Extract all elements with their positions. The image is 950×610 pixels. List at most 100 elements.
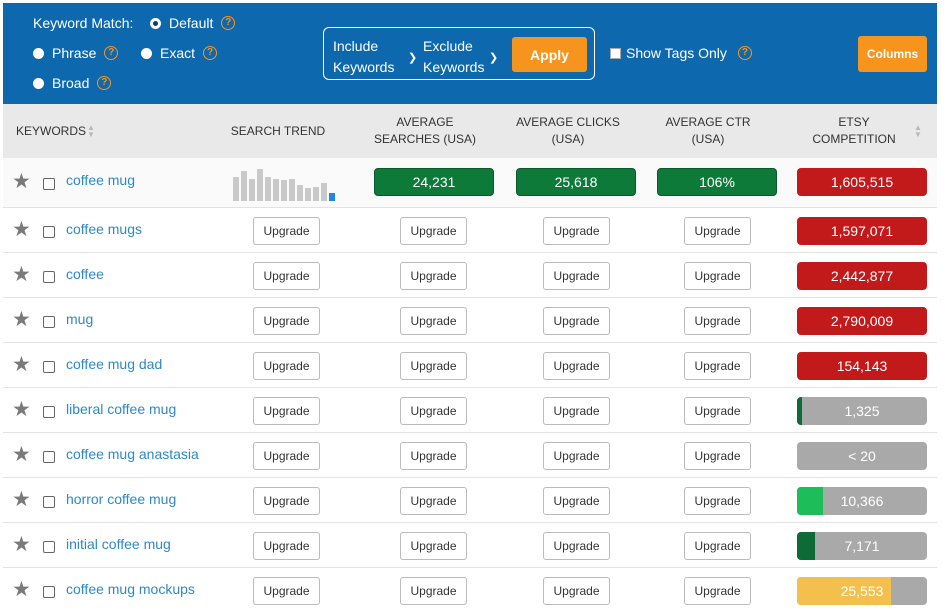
upgrade-button[interactable]: Upgrade <box>253 396 320 425</box>
upgrade-button[interactable]: Upgrade <box>543 216 610 245</box>
sort-icon[interactable]: ▲ ▼ <box>87 124 95 139</box>
help-icon[interactable]: ? <box>104 46 119 60</box>
keyword-link[interactable]: initial coffee mug <box>66 536 171 552</box>
show-tags-only-checkbox[interactable] <box>610 47 621 59</box>
show-tags-only-toggle[interactable]: Show Tags Only ? <box>610 45 752 61</box>
upgrade-button[interactable]: Upgrade <box>400 306 467 335</box>
upgrade-button[interactable]: Upgrade <box>543 396 610 425</box>
keyword-link[interactable]: coffee mug dad <box>66 356 162 372</box>
upgrade-button[interactable]: Upgrade <box>684 441 751 470</box>
star-icon[interactable]: ★ <box>12 354 31 375</box>
radio-exact-indicator[interactable] <box>141 47 152 59</box>
row-checkbox[interactable] <box>43 450 55 463</box>
keyword-link[interactable]: coffee mug <box>66 172 135 188</box>
table-row: ★ coffee Upgrade Upgrade Upgrade Upgrade 2,442… <box>3 253 937 298</box>
upgrade-button[interactable]: Upgrade <box>684 306 751 335</box>
row-checkbox[interactable] <box>43 405 55 418</box>
upgrade-button[interactable]: Upgrade <box>253 486 320 515</box>
keyword-link[interactable]: horror coffee mug <box>66 491 176 507</box>
header-keywords-label: KEYWORDS <box>16 123 87 138</box>
radio-exact[interactable]: Exact ? <box>141 45 218 61</box>
upgrade-button[interactable]: Upgrade <box>253 441 320 470</box>
upgrade-button[interactable]: Upgrade <box>684 261 751 290</box>
radio-broad[interactable]: Broad ? <box>33 75 112 91</box>
upgrade-button[interactable]: Upgrade <box>684 531 751 560</box>
row-checkbox[interactable] <box>43 225 55 238</box>
sort-icon[interactable]: ▲ ▼ <box>914 124 922 139</box>
header-competition[interactable]: ETSY COMPETITION <box>808 104 900 158</box>
include-keywords-dropdown[interactable]: Include Keywords ❯ <box>333 36 421 78</box>
radio-default-indicator[interactable] <box>150 17 161 29</box>
radio-default[interactable]: Default ? <box>150 15 236 31</box>
competition-bar: 154,143 <box>797 351 927 380</box>
star-icon[interactable]: ★ <box>12 444 31 465</box>
star-icon[interactable]: ★ <box>12 264 31 285</box>
row-checkbox[interactable] <box>43 495 55 508</box>
help-icon[interactable]: ? <box>97 76 112 90</box>
upgrade-button[interactable]: Upgrade <box>253 261 320 290</box>
star-icon[interactable]: ★ <box>12 309 31 330</box>
radio-broad-indicator[interactable] <box>33 77 44 89</box>
upgrade-button[interactable]: Upgrade <box>400 486 467 515</box>
header-avg-ctr[interactable]: AVERAGE CTR (USA) <box>663 104 753 158</box>
star-icon[interactable]: ★ <box>12 489 31 510</box>
row-checkbox[interactable] <box>43 178 55 190</box>
keyword-include-exclude-group: Include Keywords ❯ Exclude Keywords ❯ Ap… <box>323 27 595 80</box>
keyword-link[interactable]: coffee <box>66 266 104 282</box>
keyword-link[interactable]: coffee mug anastasia <box>66 446 199 462</box>
upgrade-button[interactable]: Upgrade <box>543 576 610 605</box>
upgrade-button[interactable]: Upgrade <box>684 486 751 515</box>
upgrade-button[interactable]: Upgrade <box>543 306 610 335</box>
upgrade-button[interactable]: Upgrade <box>684 396 751 425</box>
star-icon[interactable]: ★ <box>12 171 31 192</box>
row-checkbox[interactable] <box>43 270 55 283</box>
star-icon[interactable]: ★ <box>12 399 31 420</box>
upgrade-button[interactable]: Upgrade <box>543 441 610 470</box>
star-icon[interactable]: ★ <box>12 579 31 600</box>
upgrade-button[interactable]: Upgrade <box>543 261 610 290</box>
upgrade-button[interactable]: Upgrade <box>400 351 467 380</box>
header-avg-clicks[interactable]: AVERAGE CLICKS (USA) <box>515 104 621 158</box>
upgrade-button[interactable]: Upgrade <box>400 576 467 605</box>
upgrade-button[interactable]: Upgrade <box>684 216 751 245</box>
competition-bar: 2,790,009 <box>797 306 927 335</box>
upgrade-button[interactable]: Upgrade <box>253 306 320 335</box>
competition-value: < 20 <box>848 447 876 464</box>
row-checkbox[interactable] <box>43 360 55 373</box>
help-icon[interactable]: ? <box>737 46 752 60</box>
upgrade-button[interactable]: Upgrade <box>543 351 610 380</box>
radio-broad-label: Broad <box>52 75 90 91</box>
help-icon[interactable]: ? <box>221 16 236 30</box>
upgrade-button[interactable]: Upgrade <box>684 576 751 605</box>
upgrade-button[interactable]: Upgrade <box>543 531 610 560</box>
keyword-link[interactable]: mug <box>66 311 93 327</box>
upgrade-button[interactable]: Upgrade <box>253 531 320 560</box>
row-checkbox[interactable] <box>43 540 55 553</box>
columns-button[interactable]: Columns <box>858 36 927 72</box>
keyword-link[interactable]: coffee mugs <box>66 221 142 237</box>
star-icon[interactable]: ★ <box>12 219 31 240</box>
keyword-link[interactable]: liberal coffee mug <box>66 401 176 417</box>
header-avg-searches[interactable]: AVERAGE SEARCHES (USA) <box>371 104 479 158</box>
radio-phrase-indicator[interactable] <box>33 47 44 59</box>
keyword-link[interactable]: coffee mug mockups <box>66 581 195 597</box>
header-keywords[interactable]: KEYWORDS <box>16 104 86 158</box>
upgrade-button[interactable]: Upgrade <box>543 486 610 515</box>
upgrade-button[interactable]: Upgrade <box>253 351 320 380</box>
star-icon[interactable]: ★ <box>12 534 31 555</box>
upgrade-button[interactable]: Upgrade <box>400 531 467 560</box>
upgrade-button[interactable]: Upgrade <box>400 441 467 470</box>
apply-button[interactable]: Apply <box>512 37 587 72</box>
radio-phrase[interactable]: Phrase ? <box>33 45 119 61</box>
upgrade-button[interactable]: Upgrade <box>400 216 467 245</box>
upgrade-button[interactable]: Upgrade <box>253 216 320 245</box>
upgrade-button[interactable]: Upgrade <box>253 576 320 605</box>
upgrade-button[interactable]: Upgrade <box>400 396 467 425</box>
exclude-keywords-dropdown[interactable]: Exclude Keywords ❯ <box>423 36 503 78</box>
upgrade-button[interactable]: Upgrade <box>684 351 751 380</box>
sparkline-bar <box>273 179 279 201</box>
row-checkbox[interactable] <box>43 585 55 598</box>
row-checkbox[interactable] <box>43 315 55 328</box>
upgrade-button[interactable]: Upgrade <box>400 261 467 290</box>
help-icon[interactable]: ? <box>203 46 218 60</box>
